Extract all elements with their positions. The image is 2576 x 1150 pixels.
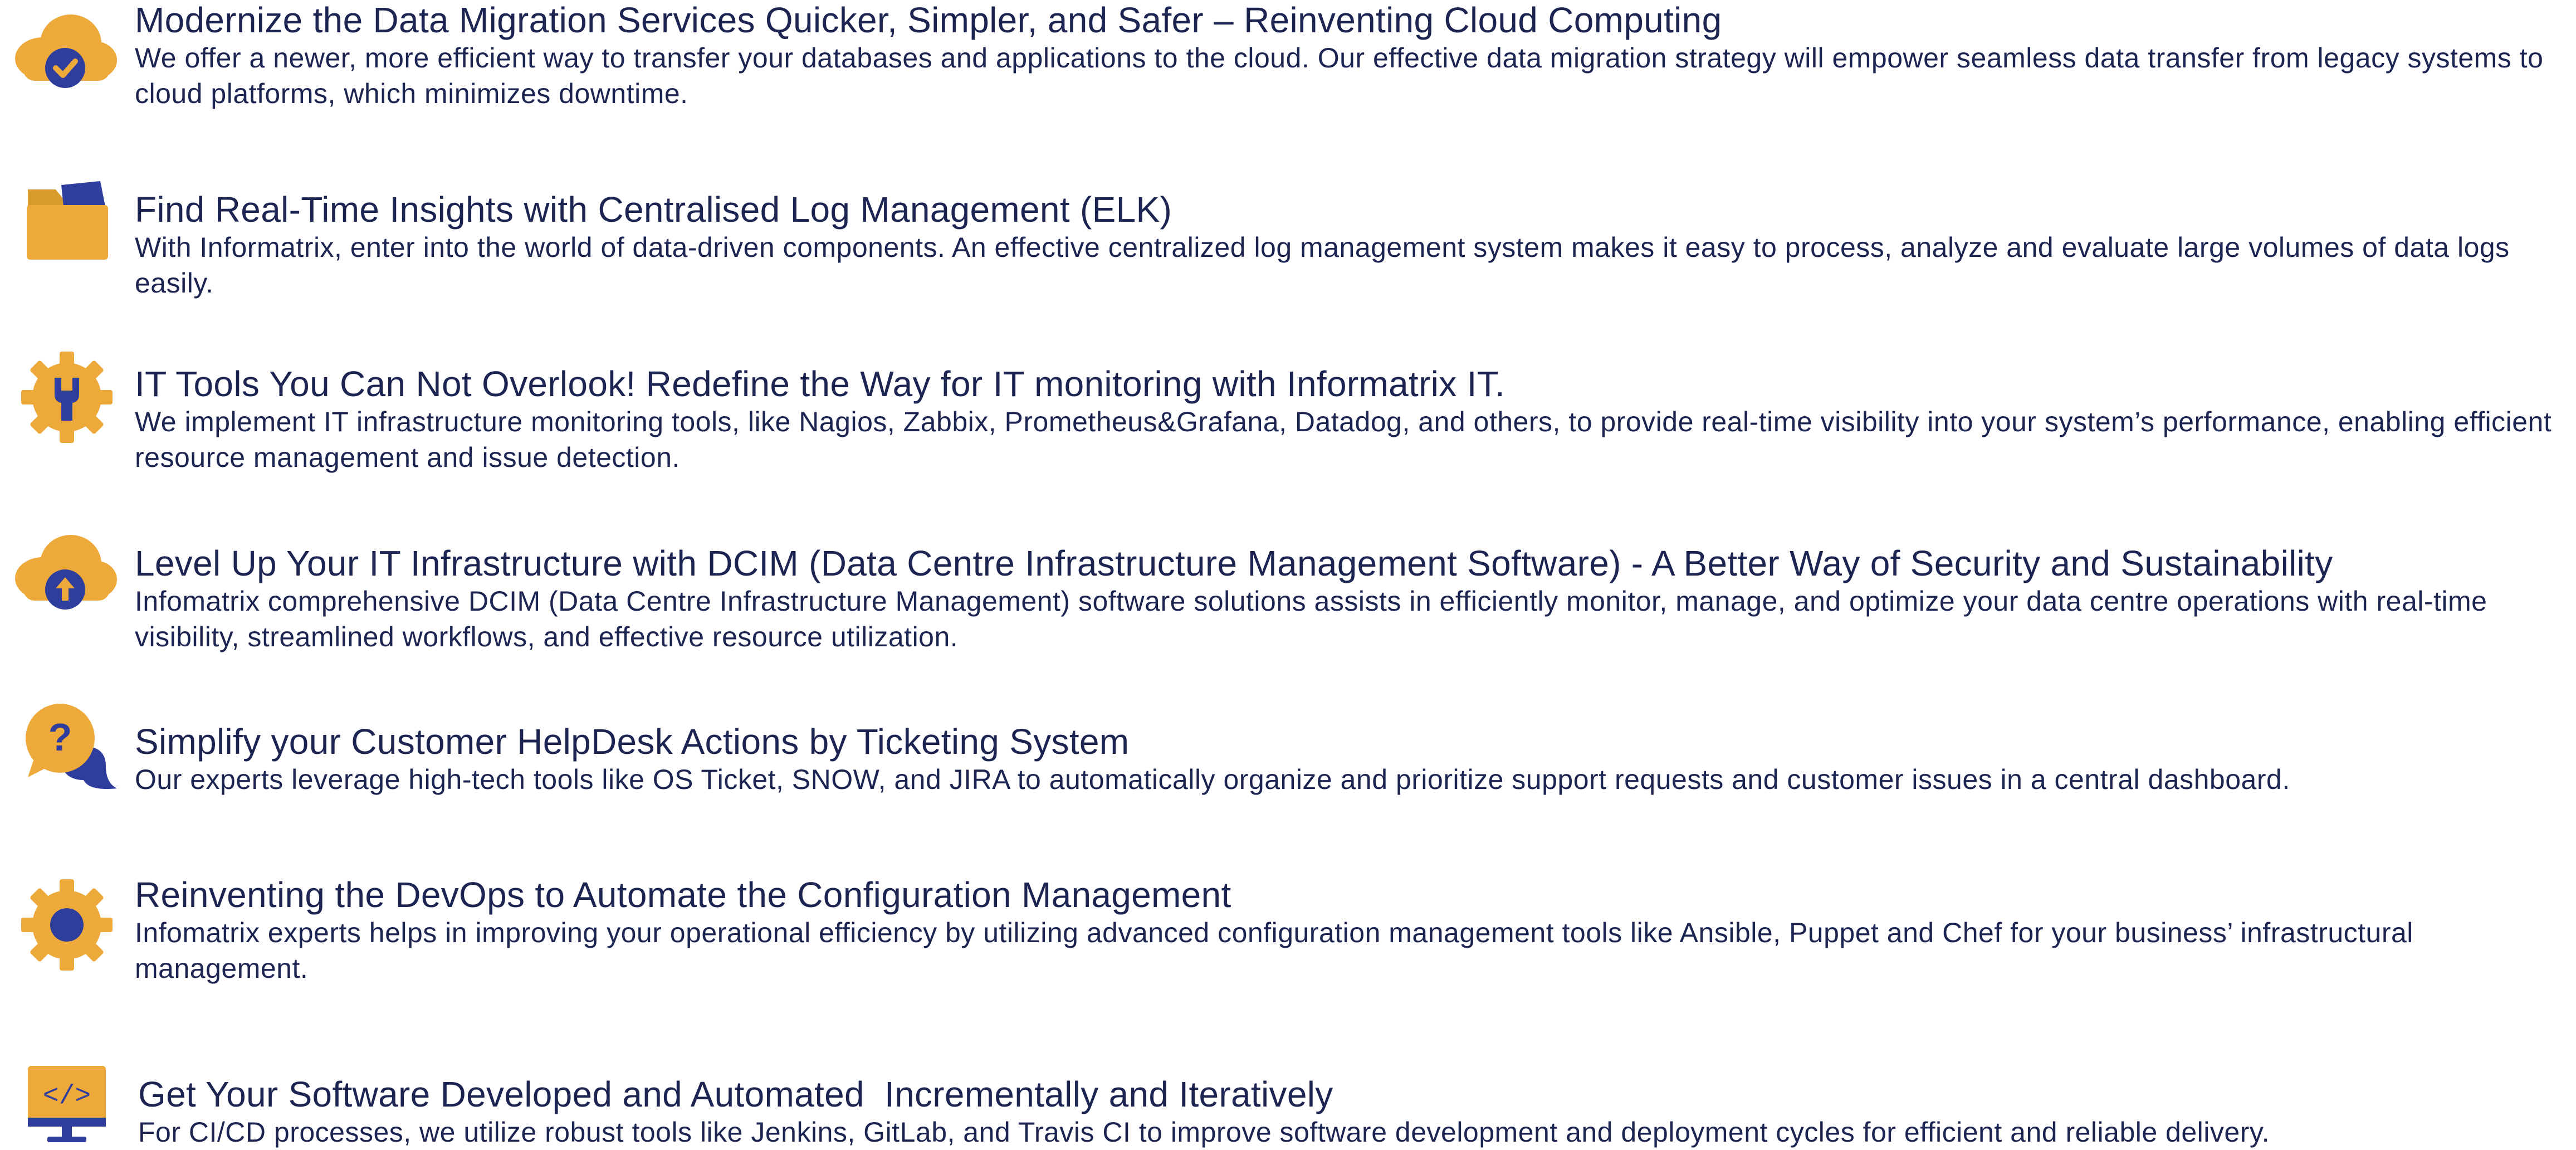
service-description: For CI/CD processes, we utilize robust t… (138, 1117, 2270, 1148)
service-description: We offer a newer, more efficient way to … (135, 42, 2544, 109)
code-monitor-icon: </> (25, 1063, 109, 1147)
service-title: Find Real-Time Insights with Centralised… (135, 189, 1172, 230)
gear-wrench-icon (17, 347, 117, 447)
service-title: Modernize the Data Migration Services Qu… (135, 0, 1722, 40)
service-description: Our experts leverage high-tech tools lik… (135, 764, 2290, 795)
cloud-check-icon (12, 6, 118, 100)
svg-text:?: ? (48, 715, 72, 759)
service-description: With Informatrix, enter into the world o… (135, 232, 2510, 299)
cloud-upload-icon (12, 529, 118, 618)
service-title: Get Your Software Developed and Automate… (138, 1074, 1333, 1114)
service-title: Simplify your Customer HelpDesk Actions … (135, 722, 1130, 762)
service-description: Infomatrix experts helps in improving yo… (135, 917, 2413, 984)
service-description: We implement IT infrastructure monitorin… (135, 406, 2552, 473)
svg-text:</>: </> (43, 1081, 91, 1112)
service-description: Infomatrix comprehensive DCIM (Data Cent… (135, 586, 2487, 652)
folder-icon (22, 178, 111, 262)
service-title: Reinventing the DevOps to Automate the C… (135, 875, 1231, 915)
gear-icon (17, 875, 117, 975)
service-title: IT Tools You Can Not Overlook! Redefine … (135, 364, 1505, 404)
help-chat-icon: ? (22, 699, 117, 794)
service-title: Level Up Your IT Infrastructure with DCI… (135, 543, 2333, 583)
